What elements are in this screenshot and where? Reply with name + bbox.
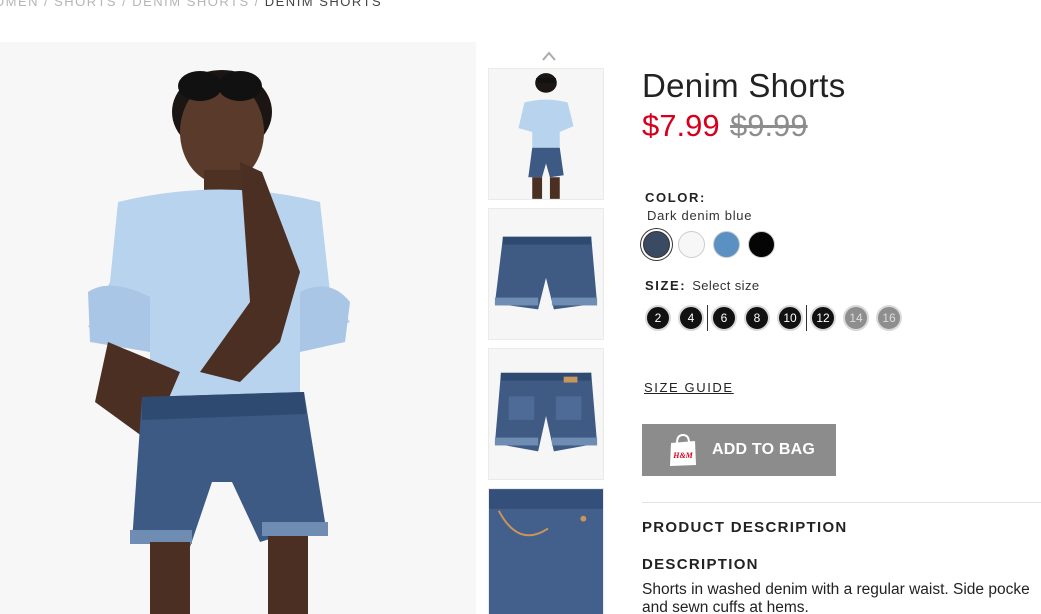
- swatch-white[interactable]: [678, 231, 705, 258]
- size-option-2[interactable]: 2: [645, 305, 671, 331]
- color-swatches: [643, 231, 775, 258]
- size-option-4[interactable]: 4: [678, 305, 704, 331]
- size-option-6[interactable]: 6: [711, 305, 737, 331]
- breadcrumb-shorts[interactable]: SHORTS: [54, 0, 117, 9]
- thumbnail-model-image: [489, 69, 603, 199]
- breadcrumb-current: DENIM SHORTS: [264, 0, 383, 9]
- bag-logo-text: H&M: [672, 451, 693, 460]
- size-option-8[interactable]: 8: [744, 305, 770, 331]
- breadcrumb-women[interactable]: OMEN: [0, 0, 39, 9]
- thumbnail-back-image: [489, 349, 603, 479]
- thumbnail-front[interactable]: [488, 208, 604, 340]
- size-label: SIZE:: [645, 278, 687, 293]
- size-options: 2 4 6 8 10 12 14 16: [645, 305, 902, 331]
- description-heading: DESCRIPTION: [642, 556, 759, 573]
- swatch-dark-denim-blue[interactable]: [643, 231, 670, 258]
- product-title: Denim Shorts: [642, 67, 846, 104]
- thumbnail-detail[interactable]: [488, 488, 604, 614]
- swatch-light-denim-blue[interactable]: [713, 231, 740, 258]
- description-line: Shorts in washed denim with a regular wa…: [642, 581, 1030, 598]
- breadcrumb: OMEN / SHORTS / DENIM SHORTS / DENIM SHORTS: [0, 0, 382, 9]
- description-line: and sewn cuffs at hems.: [642, 599, 809, 614]
- size-guide-link[interactable]: SIZE GUIDE: [644, 380, 734, 395]
- breadcrumb-separator: /: [44, 0, 50, 9]
- add-to-bag-button[interactable]: H&M ADD TO BAG: [642, 424, 836, 476]
- product-info: Denim Shorts $7.99 $9.99 COLOR: Dark den…: [642, 66, 1041, 614]
- model-photo: [0, 42, 476, 614]
- main-product-image[interactable]: [0, 42, 476, 614]
- breadcrumb-denim-shorts[interactable]: DENIM SHORTS: [132, 0, 249, 9]
- size-selector: SIZE: Select size 2 4 6 8 10 12 14 16: [645, 278, 902, 331]
- color-selector: COLOR: Dark denim blue: [643, 190, 775, 258]
- breadcrumb-separator: /: [122, 0, 128, 9]
- thumbnail-detail-image: [489, 489, 603, 614]
- size-option-16: 16: [876, 305, 902, 331]
- shopping-bag-icon: H&M: [670, 433, 696, 466]
- thumbnail-list: [488, 68, 604, 614]
- size-hint: Select size: [692, 278, 760, 293]
- size-option-10[interactable]: 10: [777, 305, 803, 331]
- breadcrumb-separator: /: [254, 0, 260, 9]
- price-row: $7.99 $9.99: [642, 106, 1041, 152]
- selected-color-name: Dark denim blue: [647, 208, 753, 223]
- thumbnail-front-image: [489, 209, 603, 339]
- size-divider: [806, 305, 807, 331]
- original-price: $9.99: [730, 108, 808, 143]
- description-text: Shorts in washed denim with a regular wa…: [642, 581, 1041, 614]
- sale-price: $7.99: [642, 108, 720, 143]
- section-divider: [642, 502, 1041, 503]
- swatch-black[interactable]: [748, 231, 775, 258]
- size-option-12[interactable]: 12: [810, 305, 836, 331]
- add-to-bag-label: ADD TO BAG: [712, 441, 816, 458]
- size-divider: [707, 305, 708, 331]
- size-option-14: 14: [843, 305, 869, 331]
- thumbnail-model[interactable]: [488, 68, 604, 200]
- thumbnails-up-arrow-icon[interactable]: [541, 50, 557, 62]
- color-label: COLOR:: [645, 190, 706, 205]
- product-description-heading[interactable]: PRODUCT DESCRIPTION: [642, 519, 848, 536]
- thumbnail-back[interactable]: [488, 348, 604, 480]
